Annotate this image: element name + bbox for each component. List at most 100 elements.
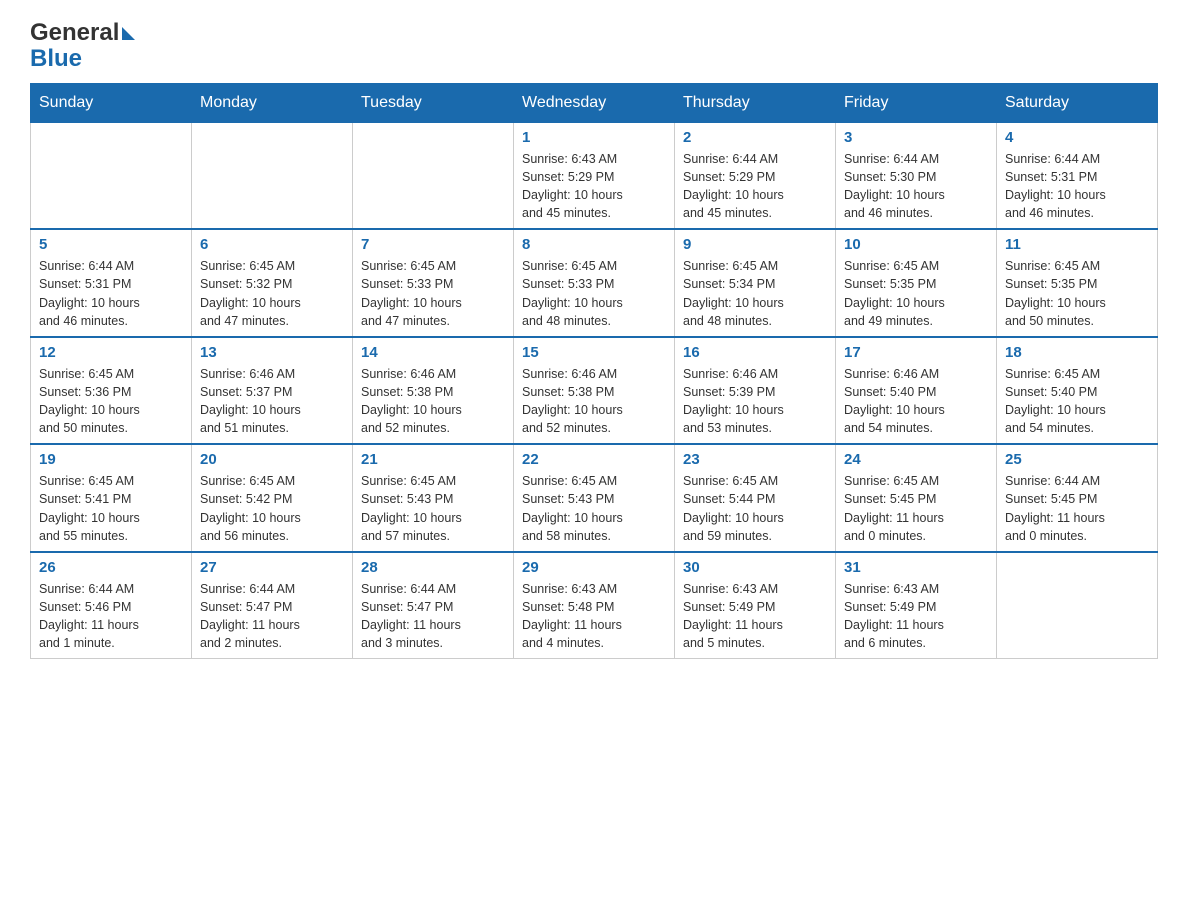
weekday-header-friday: Friday: [836, 83, 997, 122]
day-info: Sunrise: 6:45 AM Sunset: 5:34 PM Dayligh…: [683, 257, 827, 330]
day-info: Sunrise: 6:44 AM Sunset: 5:31 PM Dayligh…: [39, 257, 183, 330]
day-number: 6: [200, 236, 344, 253]
calendar-cell: 25Sunrise: 6:44 AM Sunset: 5:45 PM Dayli…: [997, 444, 1158, 552]
calendar-cell: 14 Sunrise: 6:46 AM Sunset: 5:38 PM Dayli…: [353, 337, 514, 445]
calendar-cell: 16Sunrise: 6:46 AM Sunset: 5:39 PM Dayli…: [675, 337, 836, 445]
calendar-cell: [192, 122, 353, 229]
calendar-cell: [353, 122, 514, 229]
weekday-header-sunday: Sunday: [31, 83, 192, 122]
day-info: Sunrise: 6:44 AM Sunset: 5:45 PM Dayligh…: [1005, 472, 1149, 545]
calendar-cell: 28Sunrise: 6:44 AM Sunset: 5:47 PM Dayli…: [353, 552, 514, 659]
day-info: Sunrise: 6:44 AM Sunset: 5:31 PM Dayligh…: [1005, 150, 1149, 223]
calendar-cell: 22 Sunrise: 6:45 AM Sunset: 5:43 PM Dayli…: [514, 444, 675, 552]
day-info: Sunrise: 6:45 AM Sunset: 5:42 PM Dayligh…: [200, 472, 344, 545]
day-number: 11: [1005, 236, 1149, 253]
day-number: 27: [200, 559, 344, 576]
calendar-cell: 13 Sunrise: 6:46 AM Sunset: 5:37 PM Dayli…: [192, 337, 353, 445]
weekday-header-tuesday: Tuesday: [353, 83, 514, 122]
weekday-header-thursday: Thursday: [675, 83, 836, 122]
day-number: 5: [39, 236, 183, 253]
day-number: 28: [361, 559, 505, 576]
calendar-cell: 12Sunrise: 6:45 AM Sunset: 5:36 PM Dayli…: [31, 337, 192, 445]
calendar-cell: 10Sunrise: 6:45 AM Sunset: 5:35 PM Dayli…: [836, 229, 997, 337]
weekday-header-saturday: Saturday: [997, 83, 1158, 122]
calendar-cell: 26 Sunrise: 6:44 AM Sunset: 5:46 PM Dayli…: [31, 552, 192, 659]
day-number: 10: [844, 236, 988, 253]
day-number: 3: [844, 129, 988, 146]
day-info: Sunrise: 6:45 AM Sunset: 5:35 PM Dayligh…: [1005, 257, 1149, 330]
day-info: Sunrise: 6:46 AM Sunset: 5:38 PM Dayligh…: [361, 365, 505, 438]
day-info: Sunrise: 6:46 AM Sunset: 5:37 PM Dayligh…: [200, 365, 344, 438]
calendar-cell: 5 Sunrise: 6:44 AM Sunset: 5:31 PM Daylig…: [31, 229, 192, 337]
day-number: 2: [683, 129, 827, 146]
day-info: Sunrise: 6:45 AM Sunset: 5:43 PM Dayligh…: [522, 472, 666, 545]
calendar-cell: 4 Sunrise: 6:44 AM Sunset: 5:31 PM Daylig…: [997, 122, 1158, 229]
calendar-cell: 23Sunrise: 6:45 AM Sunset: 5:44 PM Dayli…: [675, 444, 836, 552]
calendar-cell: 9Sunrise: 6:45 AM Sunset: 5:34 PM Daylig…: [675, 229, 836, 337]
day-number: 8: [522, 236, 666, 253]
logo: GeneralBlue: [30, 20, 135, 73]
logo-icon: [122, 27, 135, 40]
calendar-cell: 17 Sunrise: 6:46 AM Sunset: 5:40 PM Dayli…: [836, 337, 997, 445]
calendar-week-row: 19Sunrise: 6:45 AM Sunset: 5:41 PM Dayli…: [31, 444, 1158, 552]
calendar-cell: 15 Sunrise: 6:46 AM Sunset: 5:38 PM Dayli…: [514, 337, 675, 445]
calendar-header-row: SundayMondayTuesdayWednesdayThursdayFrid…: [31, 83, 1158, 122]
day-info: Sunrise: 6:43 AM Sunset: 5:29 PM Dayligh…: [522, 150, 666, 223]
day-info: Sunrise: 6:45 AM Sunset: 5:43 PM Dayligh…: [361, 472, 505, 545]
day-number: 23: [683, 451, 827, 468]
day-number: 15: [522, 344, 666, 361]
day-info: Sunrise: 6:44 AM Sunset: 5:29 PM Dayligh…: [683, 150, 827, 223]
day-info: Sunrise: 6:44 AM Sunset: 5:47 PM Dayligh…: [200, 580, 344, 653]
day-info: Sunrise: 6:44 AM Sunset: 5:30 PM Dayligh…: [844, 150, 988, 223]
day-number: 13: [200, 344, 344, 361]
calendar-cell: [997, 552, 1158, 659]
day-info: Sunrise: 6:43 AM Sunset: 5:49 PM Dayligh…: [683, 580, 827, 653]
calendar-cell: 6 Sunrise: 6:45 AM Sunset: 5:32 PM Daylig…: [192, 229, 353, 337]
day-number: 26: [39, 559, 183, 576]
logo-blue-text: Blue: [30, 45, 82, 72]
day-number: 17: [844, 344, 988, 361]
calendar-cell: 31 Sunrise: 6:43 AM Sunset: 5:49 PM Dayli…: [836, 552, 997, 659]
calendar-week-row: 1Sunrise: 6:43 AM Sunset: 5:29 PM Daylig…: [31, 122, 1158, 229]
day-number: 30: [683, 559, 827, 576]
day-number: 12: [39, 344, 183, 361]
calendar-cell: 20Sunrise: 6:45 AM Sunset: 5:42 PM Dayli…: [192, 444, 353, 552]
day-number: 24: [844, 451, 988, 468]
day-info: Sunrise: 6:44 AM Sunset: 5:46 PM Dayligh…: [39, 580, 183, 653]
calendar-week-row: 5 Sunrise: 6:44 AM Sunset: 5:31 PM Daylig…: [31, 229, 1158, 337]
day-number: 14: [361, 344, 505, 361]
calendar-cell: 24 Sunrise: 6:45 AM Sunset: 5:45 PM Dayli…: [836, 444, 997, 552]
weekday-header-monday: Monday: [192, 83, 353, 122]
calendar-cell: 29 Sunrise: 6:43 AM Sunset: 5:48 PM Dayli…: [514, 552, 675, 659]
day-number: 29: [522, 559, 666, 576]
day-number: 18: [1005, 344, 1149, 361]
calendar-cell: [31, 122, 192, 229]
day-info: Sunrise: 6:45 AM Sunset: 5:45 PM Dayligh…: [844, 472, 988, 545]
day-info: Sunrise: 6:45 AM Sunset: 5:41 PM Dayligh…: [39, 472, 183, 545]
calendar-cell: 19Sunrise: 6:45 AM Sunset: 5:41 PM Dayli…: [31, 444, 192, 552]
day-info: Sunrise: 6:46 AM Sunset: 5:39 PM Dayligh…: [683, 365, 827, 438]
day-info: Sunrise: 6:46 AM Sunset: 5:40 PM Dayligh…: [844, 365, 988, 438]
calendar-cell: 21 Sunrise: 6:45 AM Sunset: 5:43 PM Dayli…: [353, 444, 514, 552]
calendar-week-row: 26 Sunrise: 6:44 AM Sunset: 5:46 PM Dayli…: [31, 552, 1158, 659]
calendar-cell: 30 Sunrise: 6:43 AM Sunset: 5:49 PM Dayli…: [675, 552, 836, 659]
day-info: Sunrise: 6:43 AM Sunset: 5:49 PM Dayligh…: [844, 580, 988, 653]
day-info: Sunrise: 6:45 AM Sunset: 5:32 PM Dayligh…: [200, 257, 344, 330]
page-header: GeneralBlue: [30, 20, 1158, 73]
day-number: 22: [522, 451, 666, 468]
day-number: 4: [1005, 129, 1149, 146]
calendar-cell: 7 Sunrise: 6:45 AM Sunset: 5:33 PM Daylig…: [353, 229, 514, 337]
calendar-cell: 2 Sunrise: 6:44 AM Sunset: 5:29 PM Daylig…: [675, 122, 836, 229]
calendar-week-row: 12Sunrise: 6:45 AM Sunset: 5:36 PM Dayli…: [31, 337, 1158, 445]
calendar-cell: 8Sunrise: 6:45 AM Sunset: 5:33 PM Daylig…: [514, 229, 675, 337]
day-number: 7: [361, 236, 505, 253]
day-info: Sunrise: 6:43 AM Sunset: 5:48 PM Dayligh…: [522, 580, 666, 653]
day-info: Sunrise: 6:46 AM Sunset: 5:38 PM Dayligh…: [522, 365, 666, 438]
day-number: 31: [844, 559, 988, 576]
calendar-cell: 3 Sunrise: 6:44 AM Sunset: 5:30 PM Daylig…: [836, 122, 997, 229]
day-number: 21: [361, 451, 505, 468]
calendar-cell: 11 Sunrise: 6:45 AM Sunset: 5:35 PM Dayli…: [997, 229, 1158, 337]
day-info: Sunrise: 6:45 AM Sunset: 5:33 PM Dayligh…: [361, 257, 505, 330]
calendar-table: SundayMondayTuesdayWednesdayThursdayFrid…: [30, 83, 1158, 660]
calendar-cell: 27 Sunrise: 6:44 AM Sunset: 5:47 PM Dayli…: [192, 552, 353, 659]
